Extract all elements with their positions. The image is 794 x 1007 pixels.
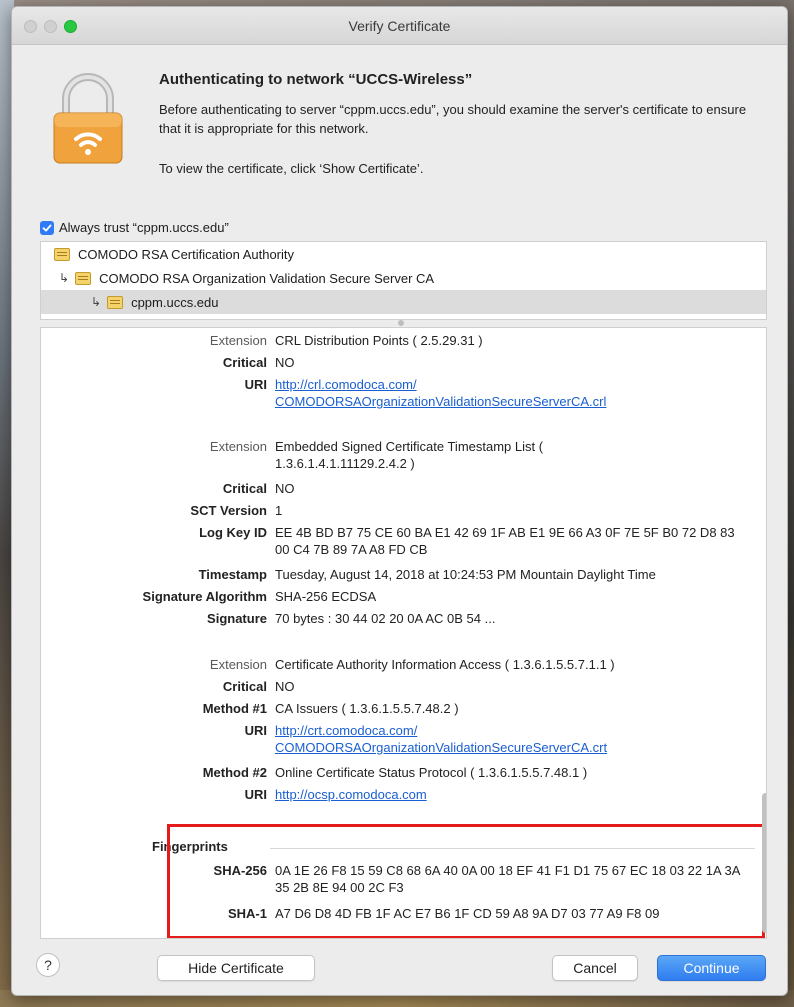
ocsp-uri-link[interactable]: http://ocsp.comodoca.com	[275, 787, 427, 802]
window-title: Verify Certificate	[348, 18, 451, 34]
checkmark-icon	[42, 224, 52, 231]
detail-label: Signature Algorithm	[142, 589, 267, 604]
detail-value-link-wrap: http://crl.comodoca.com/COMODORSAOrganiz…	[275, 376, 755, 410]
detail-label: Critical	[222, 355, 267, 370]
detail-value: CRL Distribution Points ( 2.5.29.31 )	[275, 333, 483, 348]
detail-label: Critical	[222, 481, 267, 496]
lock-wifi-icon	[53, 73, 123, 164]
verify-certificate-dialog: Verify Certificate Authenticating to net…	[11, 6, 788, 996]
certificate-icon	[75, 271, 92, 285]
certificate-details-panel[interactable]: Extension CRL Distribution Points ( 2.5.…	[40, 327, 767, 939]
dialog-instruction: To view the certificate, click ‘Show Cer…	[159, 161, 424, 176]
detail-label: Signature	[207, 611, 267, 626]
tree-item-label: COMODO RSA Organization Validation Secur…	[99, 270, 435, 286]
title-bar: Verify Certificate	[12, 7, 787, 45]
dialog-message: Before authenticating to server “cppm.uc…	[159, 102, 747, 136]
certificate-icon	[54, 247, 70, 261]
hide-certificate-button[interactable]: Hide Certificate	[157, 955, 315, 981]
tree-item-leaf-certificate[interactable]: ↳ cppm.uccs.edu	[41, 290, 766, 314]
detail-value: SHA-256 ECDSA	[275, 589, 377, 604]
always-trust-checkbox[interactable]	[40, 220, 54, 235]
help-button[interactable]: ?	[36, 953, 60, 977]
always-trust-row[interactable]: Always trust “cppm.uccs.edu”	[40, 220, 229, 235]
crt-uri-link[interactable]: http://crt.comodoca.com/COMODORSAOrganiz…	[275, 723, 607, 755]
detail-label: URI	[244, 723, 267, 738]
tree-item-intermediate-ca[interactable]: ↳ COMODO RSA Organization Validation Sec…	[41, 266, 766, 290]
detail-value: CA Issuers ( 1.3.6.1.5.5.7.48.2 )	[275, 701, 459, 716]
detail-value: 1	[275, 503, 283, 518]
dialog-heading: Authenticating to network “UCCS-Wireless…	[159, 71, 473, 88]
detail-value-link-wrap: http://crt.comodoca.com/COMODORSAOrganiz…	[275, 722, 755, 756]
details-scrollbar[interactable]	[762, 793, 766, 933]
detail-label: SCT Version	[190, 503, 267, 518]
detail-value: Online Certificate Status Protocol ( 1.3…	[275, 765, 588, 780]
continue-button[interactable]: Continue	[657, 955, 766, 981]
detail-label: Extension	[209, 657, 267, 672]
detail-label: Timestamp	[198, 567, 267, 582]
detail-value: Certificate Authority Information Access…	[275, 657, 615, 672]
detail-label: Method #1	[202, 701, 267, 716]
tree-item-label: cppm.uccs.edu	[131, 294, 219, 310]
detail-value: NO	[275, 481, 295, 496]
detail-label: Log Key ID	[199, 525, 267, 540]
tree-item-root-ca[interactable]: COMODO RSA Certification Authority	[41, 242, 766, 266]
crl-uri-link[interactable]: http://crl.comodoca.com/COMODORSAOrganiz…	[275, 377, 606, 409]
certificate-icon	[107, 295, 124, 309]
detail-label: Extension	[209, 333, 267, 348]
detail-label: Critical	[222, 679, 267, 694]
fingerprints-highlight-box	[167, 824, 765, 938]
cancel-button[interactable]: Cancel	[552, 955, 638, 981]
always-trust-label: Always trust “cppm.uccs.edu”	[59, 220, 229, 235]
detail-label: Method #2	[202, 765, 267, 780]
detail-label: URI	[244, 377, 267, 392]
child-arrow-icon: ↳	[91, 295, 102, 309]
detail-value-link-wrap: http://ocsp.comodoca.com	[275, 786, 755, 803]
detail-value: Tuesday, August 14, 2018 at 10:24:53 PM …	[275, 567, 656, 582]
detail-value: EE 4B BD B7 75 CE 60 BA E1 42 69 1F AB E…	[275, 525, 735, 557]
detail-value: NO	[275, 355, 295, 370]
tree-item-label: COMODO RSA Certification Authority	[78, 246, 295, 262]
child-arrow-icon: ↳	[59, 271, 70, 285]
detail-label: Extension	[209, 439, 267, 454]
detail-value: NO	[275, 679, 295, 694]
detail-label: URI	[244, 787, 267, 802]
detail-value: 70 bytes : 30 44 02 20 0A AC 0B 54 ...	[275, 611, 496, 626]
split-view-handle[interactable]	[398, 320, 404, 326]
detail-value: Embedded Signed Certificate Timestamp Li…	[275, 439, 544, 471]
certificate-chain-tree: COMODO RSA Certification Authority ↳ COM…	[40, 241, 767, 320]
